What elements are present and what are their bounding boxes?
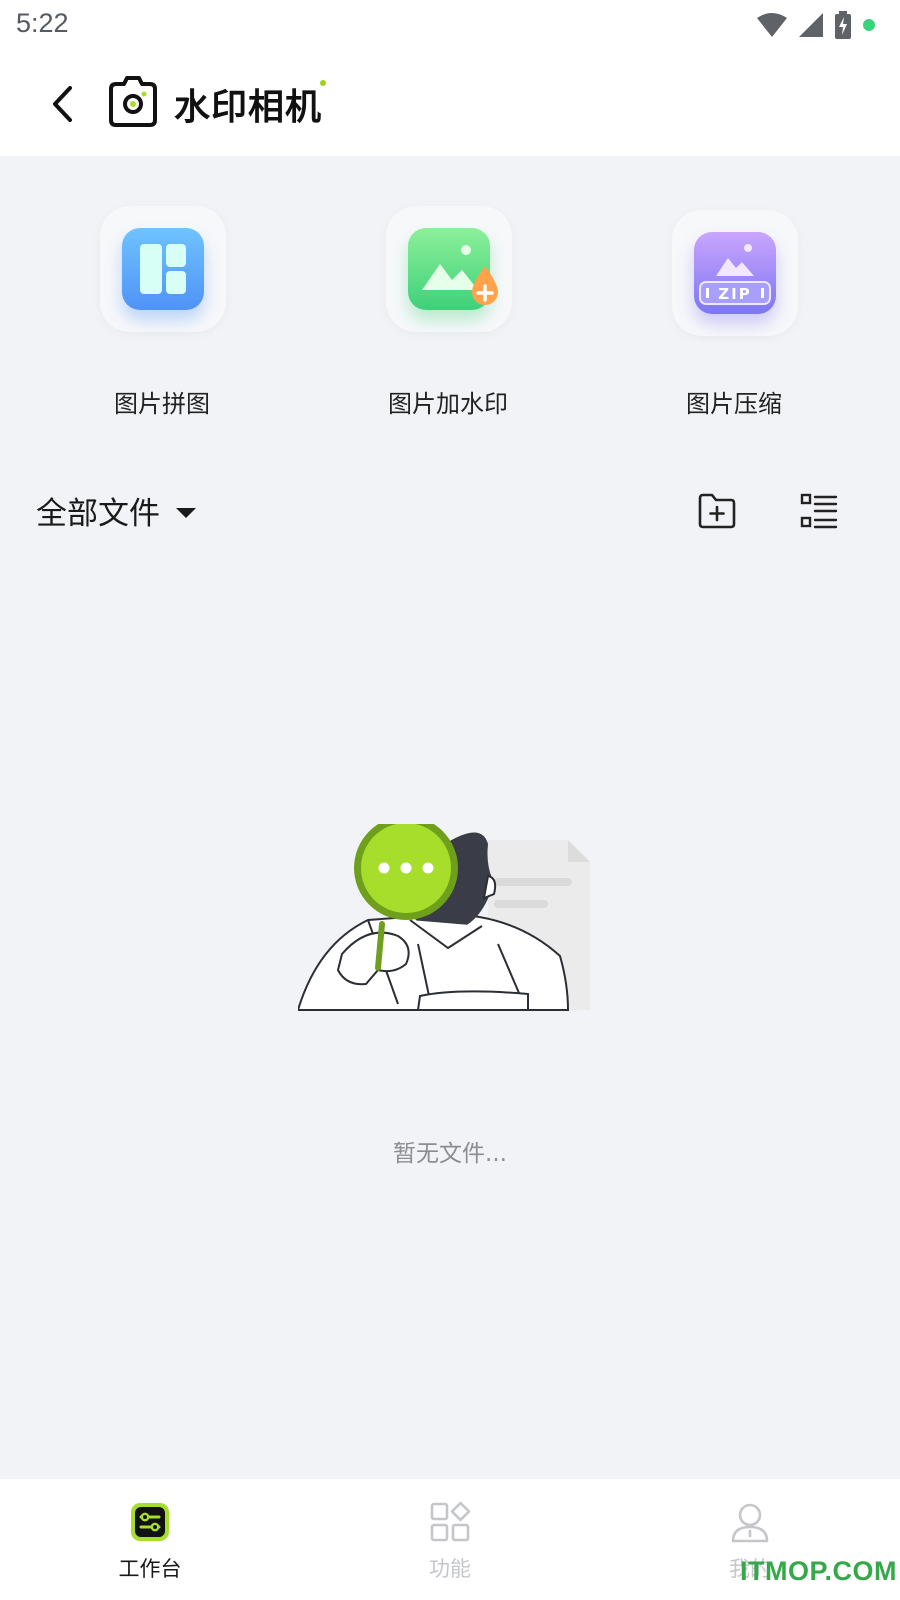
back-button[interactable] (40, 74, 84, 134)
app-header: 水印相机 (0, 52, 900, 156)
tool-label: 图片压缩 (686, 390, 782, 418)
zip-badge-text: ZIP (718, 285, 752, 303)
cellular-signal-icon (799, 13, 823, 37)
files-filter-dropdown[interactable]: 全部文件 (36, 488, 160, 533)
plus-drop-icon (472, 266, 498, 305)
tab-workbench[interactable]: 工作台 (0, 1479, 300, 1600)
tab-features[interactable]: 功能 (300, 1479, 600, 1600)
new-folder-button[interactable] (696, 490, 738, 532)
caret-down-icon[interactable] (176, 508, 196, 518)
tab-label: 功能 (429, 1557, 471, 1581)
app-title: 水印相机 (174, 87, 323, 128)
empty-state-illustration (298, 824, 590, 1011)
status-time: 5:22 (16, 8, 69, 38)
zip-compress-icon: ZIP (694, 232, 776, 314)
empty-state-text: 暂无文件... (393, 1141, 507, 1167)
grid-icon (430, 1501, 471, 1542)
tool-label: 图片加水印 (388, 390, 508, 418)
battery-charging-icon (835, 11, 851, 39)
status-bar: 5:22 (0, 0, 900, 52)
tool-compress[interactable]: ZIP 图片压缩 (654, 206, 814, 446)
folder-add-icon (698, 493, 736, 529)
tool-tile (100, 206, 226, 332)
collage-icon (122, 228, 204, 310)
list-view-button[interactable] (798, 490, 840, 532)
tab-label: 工作台 (118, 1557, 182, 1581)
workbench-icon (131, 1503, 169, 1541)
notification-dot-icon (863, 19, 875, 31)
files-toolbar: 全部文件 (0, 474, 900, 554)
tool-shortcuts: 图片拼图 图片加水印 ZIP 图片压缩 (0, 156, 900, 446)
chevron-left-icon (53, 86, 72, 122)
title-accent-dot (320, 80, 326, 86)
camera-logo-icon (109, 76, 157, 127)
tool-add-watermark[interactable]: 图片加水印 (368, 206, 528, 446)
list-view-icon (800, 493, 838, 529)
wifi-icon (757, 13, 787, 37)
tool-tile: ZIP (672, 210, 798, 336)
tool-collage[interactable]: 图片拼图 (82, 206, 242, 446)
site-watermark: ITMOP.COM (740, 1556, 898, 1586)
tool-tile (386, 206, 512, 332)
status-icons (756, 10, 876, 40)
profile-icon (731, 1503, 769, 1543)
tool-label: 图片拼图 (114, 390, 210, 418)
